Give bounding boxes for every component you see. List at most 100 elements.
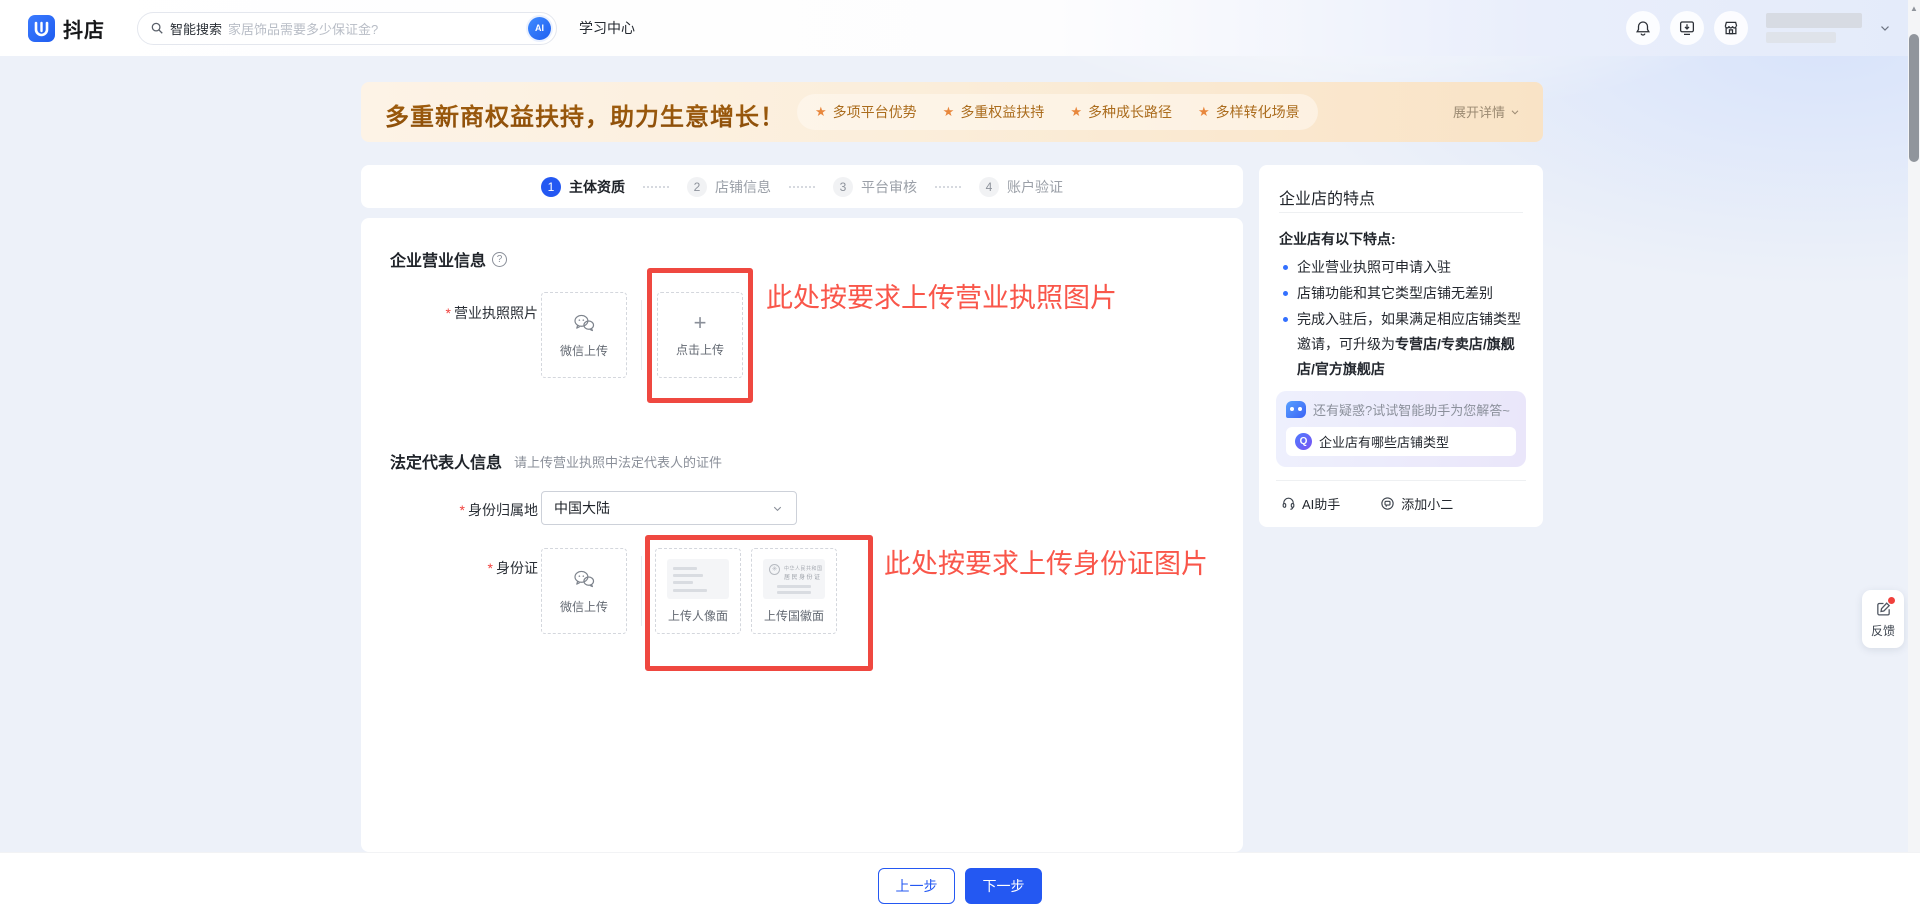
step-connector: [789, 186, 815, 188]
idcard-wechat-upload-button[interactable]: 微信上传: [541, 548, 627, 634]
idcard-back-upload-button[interactable]: ✳ 中华人民共和国 居民身份证 上传国徽面: [751, 548, 837, 634]
header-actions: [1626, 0, 1892, 56]
step-label: 账户验证: [1007, 177, 1063, 197]
legal-rep-subtitle: 请上传营业执照中法定代表人的证件: [514, 452, 722, 471]
annotation-text-license: 此处按要求上传营业执照图片: [766, 276, 1117, 315]
sidebar-footer: AI助手 添加小二: [1281, 494, 1453, 513]
step-connector: [643, 186, 669, 188]
add-support-label: 添加小二: [1401, 494, 1453, 513]
promo-badge: ★多种成长路径: [1070, 102, 1172, 122]
previous-step-button[interactable]: 上一步: [878, 868, 955, 904]
ai-suggested-question[interactable]: Q 企业店有哪些店铺类型: [1286, 427, 1516, 456]
ai-search-button[interactable]: AI: [528, 17, 551, 40]
star-icon: ★: [1198, 104, 1210, 120]
business-info-heading: 企业营业信息 ?: [390, 247, 507, 271]
plus-icon: +: [694, 313, 707, 333]
region-selected-value: 中国大陆: [554, 498, 771, 518]
upload-divider: [641, 556, 642, 626]
next-step-button[interactable]: 下一步: [965, 868, 1042, 904]
promo-badge: ★ 多项平台优势: [815, 102, 917, 122]
promo-badge-label: 多样转化场景: [1216, 102, 1300, 122]
click-upload-label: 点击上传: [676, 341, 724, 358]
license-wechat-upload-button[interactable]: 微信上传: [541, 292, 627, 378]
national-emblem-icon: ✳: [769, 564, 780, 575]
sidebar-intro: 企业店有以下特点:: [1279, 229, 1396, 249]
star-icon: ★: [943, 104, 955, 120]
expand-details-button[interactable]: 展开详情: [1453, 102, 1521, 121]
chevron-down-icon: [1509, 106, 1521, 118]
region-label: *身份归属地: [383, 500, 538, 520]
step-platform-review: 3 平台审核: [833, 177, 917, 197]
promo-badge-label: 多项平台优势: [833, 102, 917, 122]
required-asterisk: *: [446, 305, 451, 321]
promo-badges: ★多项平台优势 ★多重权益扶持 ★多种成长路径 ★多样转化场景: [797, 94, 1318, 130]
upload-divider: [641, 300, 642, 370]
annotation-text-idcard: 此处按要求上传身份证图片: [884, 542, 1208, 581]
idcard-label: *身份证: [383, 558, 538, 578]
page-scrollbar[interactable]: ▲: [1908, 0, 1920, 919]
select-chevron-down-icon: [771, 502, 784, 515]
region-select[interactable]: 中国大陆: [541, 491, 797, 525]
upload-back-label: 上传国徽面: [764, 607, 824, 624]
feature-text: 店铺功能和其它类型店铺无差别: [1297, 285, 1493, 301]
question-icon: Q: [1295, 433, 1312, 450]
ai-helper-label: AI助手: [1302, 494, 1340, 513]
search-prefix: 智能搜索: [170, 19, 222, 38]
upload-front-label: 上传人像面: [668, 607, 728, 624]
ai-tip-row: 还有疑惑?试试智能助手为您解答~: [1286, 400, 1516, 419]
required-asterisk: *: [460, 502, 465, 518]
step-subject-qualification: 1 主体资质: [541, 177, 625, 197]
step-account-verification: 4 账户验证: [979, 177, 1063, 197]
ai-assistant-panel: 还有疑惑?试试智能助手为您解答~ Q 企业店有哪些店铺类型: [1276, 391, 1526, 467]
feature-item: 企业营业执照可申请入驻: [1279, 255, 1527, 280]
step-shop-info: 2 店铺信息: [687, 177, 771, 197]
star-icon: ★: [815, 104, 827, 120]
search-placeholder: 家居饰品需要多少保证金?: [228, 19, 528, 38]
idcard-back-graphic: ✳ 中华人民共和国 居民身份证: [763, 559, 825, 599]
promo-banner-title: 多重新商权益扶持，助力生意增长！: [385, 97, 785, 132]
step-connector: [935, 186, 961, 188]
idcard-label-text: 身份证: [496, 560, 538, 576]
scrollbar-thumb[interactable]: [1909, 34, 1919, 162]
add-support-button[interactable]: 添加小二: [1380, 494, 1453, 513]
search-input[interactable]: 智能搜索 家居饰品需要多少保证金? AI: [137, 12, 557, 45]
user-name-redacted: [1766, 13, 1862, 28]
wizard-footer: 上一步 下一步: [0, 852, 1920, 919]
account-chevron-down-icon[interactable]: [1878, 21, 1892, 35]
feature-text: 企业营业执照可申请入驻: [1297, 259, 1451, 275]
star-icon: ★: [1070, 104, 1082, 120]
step-number: 3: [833, 177, 853, 197]
license-photo-label: *营业执照照片: [383, 303, 538, 323]
learning-center-link[interactable]: 学习中心: [579, 18, 635, 38]
top-header: 抖店 智能搜索 家居饰品需要多少保证金? AI 学习中心: [0, 0, 1920, 56]
sidebar-divider: [1276, 480, 1526, 481]
idcard-front-graphic: [667, 559, 729, 599]
step-number: 4: [979, 177, 999, 197]
support-chat-icon: [1380, 496, 1395, 511]
notification-bell-icon[interactable]: [1626, 11, 1660, 45]
feature-item: 完成入驻后，如果满足相应店铺类型邀请，可升级为专营店/专卖店/旗舰店/官方旗舰店: [1279, 307, 1527, 382]
wechat-icon: [572, 312, 596, 334]
user-account-redacted[interactable]: [1766, 13, 1862, 43]
idback-card-text: 居民身份证: [784, 572, 822, 581]
required-asterisk: *: [488, 560, 493, 576]
download-client-icon[interactable]: [1670, 11, 1704, 45]
registration-steps: 1 主体资质 2 店铺信息 3 平台审核 4 账户验证: [361, 165, 1243, 208]
license-click-upload-button[interactable]: + 点击上传: [657, 292, 743, 378]
page: 抖店 智能搜索 家居饰品需要多少保证金? AI 学习中心: [0, 0, 1920, 919]
doudian-logo[interactable]: 抖店: [28, 14, 105, 43]
license-photo-label-text: 营业执照照片: [454, 305, 538, 321]
step-number: 2: [687, 177, 707, 197]
idcard-front-upload-button[interactable]: 上传人像面: [655, 548, 741, 634]
sidebar-title: 企业店的特点: [1279, 185, 1375, 209]
scrollbar-up-arrow[interactable]: ▲: [1910, 4, 1918, 13]
shop-icon[interactable]: [1714, 11, 1748, 45]
ai-question-text: 企业店有哪些店铺类型: [1319, 432, 1449, 451]
sidebar-feature-list: 企业营业执照可申请入驻 店铺功能和其它类型店铺无差别 完成入驻后，如果满足相应店…: [1279, 255, 1527, 383]
help-icon[interactable]: ?: [492, 252, 507, 267]
idback-country-text: 中华人民共和国: [784, 565, 823, 572]
enterprise-shop-sidebar: 企业店的特点 企业店有以下特点: 企业营业执照可申请入驻 店铺功能和其它类型店铺…: [1259, 165, 1543, 527]
step-label: 店铺信息: [715, 177, 771, 197]
feedback-button[interactable]: 反馈: [1862, 590, 1904, 648]
ai-helper-button[interactable]: AI助手: [1281, 494, 1340, 513]
